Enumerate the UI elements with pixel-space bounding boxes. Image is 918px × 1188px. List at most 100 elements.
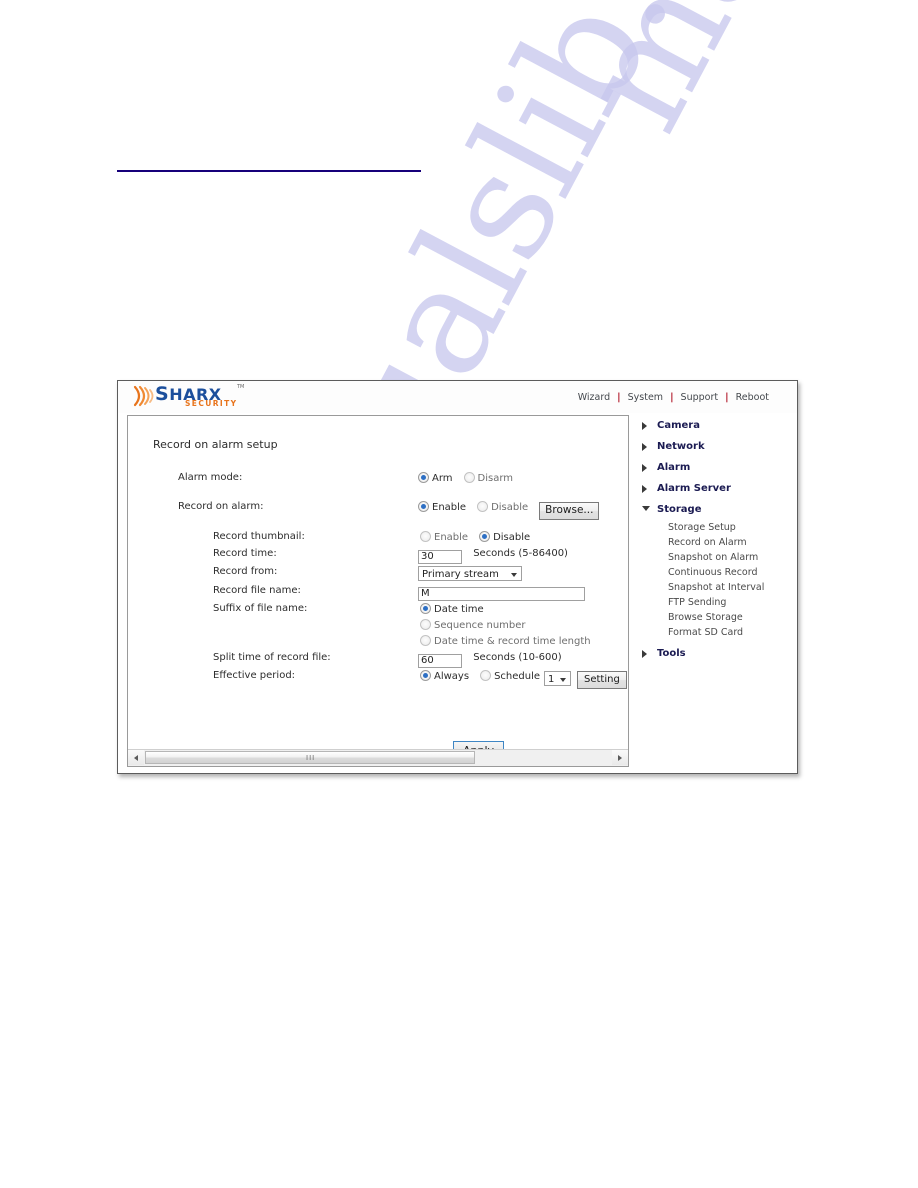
sidebar-item-format-sd-card[interactable]: Format SD Card <box>630 625 796 640</box>
radio-suffix-sequence-number[interactable] <box>420 619 431 630</box>
sidebar-group-alarm-server[interactable]: Alarm Server <box>630 478 796 499</box>
sidebar-group-camera-label: Camera <box>657 420 700 431</box>
alarm-mode-label: Alarm mode: <box>178 472 243 483</box>
window-header: SHARX TM SECURITY Wizard | System | Support |… <box>118 381 797 413</box>
record-from-value: Primary stream <box>422 569 499 580</box>
suffix-option-sequence: Sequence number <box>420 619 537 631</box>
radio-suffix-date-time-length-label: Date time & record time length <box>434 636 591 647</box>
nav-system[interactable]: System <box>622 392 669 403</box>
chevron-right-icon <box>642 422 647 430</box>
record-thumbnail-label: Record thumbnail: <box>213 531 305 542</box>
split-time-controls: Seconds (10-600) <box>418 652 562 668</box>
nav-separator: | <box>617 392 621 403</box>
record-on-alarm-controls: Enable Disable Browse... <box>418 501 600 520</box>
radio-thumbnail-disable[interactable] <box>479 531 491 542</box>
chevron-down-icon <box>511 573 517 577</box>
row-record-on-alarm: Record on alarm: Enable Disable Browse... <box>128 501 628 520</box>
sidebar-group-alarm-label: Alarm <box>657 462 691 473</box>
scroll-right-arrow[interactable] <box>612 750 628 765</box>
radio-arm-label: Arm <box>432 473 453 484</box>
sidebar-group-camera[interactable]: Camera <box>630 415 796 436</box>
split-time-label: Split time of record file: <box>213 652 331 663</box>
window-body: Record on alarm setup Alarm mode: Arm Dis… <box>118 413 797 773</box>
logo-subtitle: SECURITY <box>185 399 238 408</box>
effective-period-label: Effective period: <box>213 670 296 681</box>
split-time-input[interactable] <box>418 654 462 668</box>
radio-suffix-sequence-number-label: Sequence number <box>434 620 526 631</box>
radio-always[interactable] <box>420 670 431 681</box>
radio-record-enable[interactable] <box>418 501 429 512</box>
row-suffix-date-length: Date time & record time length <box>128 635 628 653</box>
nav-reboot[interactable]: Reboot <box>730 392 775 403</box>
alarm-mode-controls: Arm Disarm <box>418 472 524 484</box>
record-file-name-label: Record file name: <box>213 585 301 596</box>
setting-button[interactable]: Setting <box>577 671 627 689</box>
split-time-units: Seconds (10-600) <box>473 652 562 663</box>
scroll-left-arrow[interactable] <box>128 750 144 765</box>
browse-button[interactable]: Browse... <box>539 502 600 520</box>
chevron-right-icon <box>642 443 647 451</box>
row-record-thumbnail: Record thumbnail: Enable Disable <box>128 531 628 549</box>
nav-wizard[interactable]: Wizard <box>572 392 616 403</box>
record-thumbnail-controls: Enable Disable <box>420 531 541 543</box>
scrollbar-thumb[interactable]: III <box>145 751 475 764</box>
page-title: Record on alarm setup <box>153 438 278 451</box>
sidebar-item-storage-setup[interactable]: Storage Setup <box>630 520 796 535</box>
radio-disarm[interactable] <box>463 472 475 483</box>
suffix-label: Suffix of file name: <box>213 603 308 614</box>
page-divider-rule <box>117 170 421 172</box>
nav-support[interactable]: Support <box>675 392 725 403</box>
radio-always-label: Always <box>434 671 470 682</box>
radio-schedule-label: Schedule <box>494 671 541 682</box>
sidebar-group-tools[interactable]: Tools <box>630 643 796 664</box>
radio-record-disable-label: Disable <box>491 502 529 513</box>
scrollbar-grip: III <box>306 754 316 762</box>
suffix-option-date-time: Date time <box>420 603 495 615</box>
sidebar-group-alarm[interactable]: Alarm <box>630 457 796 478</box>
sidebar-item-snapshot-on-alarm[interactable]: Snapshot on Alarm <box>630 550 796 565</box>
row-split-time: Split time of record file: Seconds (10-6… <box>128 652 628 670</box>
radio-suffix-date-time-label: Date time <box>434 604 484 615</box>
record-time-input[interactable] <box>418 550 462 564</box>
sidebar-group-storage[interactable]: Storage <box>630 499 796 520</box>
nav-separator: | <box>670 392 674 403</box>
radio-arm[interactable] <box>418 472 429 483</box>
apply-button[interactable]: Apply <box>453 741 505 749</box>
schedule-number-value: 1 <box>548 674 555 685</box>
record-on-alarm-label: Record on alarm: <box>178 501 264 512</box>
record-file-name-input[interactable] <box>418 587 585 601</box>
schedule-number-select[interactable]: 1 <box>544 671 572 686</box>
sidebar-group-storage-label: Storage <box>657 504 702 515</box>
sidebar-item-browse-storage[interactable]: Browse Storage <box>630 610 796 625</box>
radio-record-enable-label: Enable <box>432 502 467 513</box>
chevron-left-icon <box>134 755 138 761</box>
effective-period-controls: Always Schedule 1 Setting <box>420 670 627 689</box>
record-file-name-controls <box>418 585 585 601</box>
radio-suffix-date-time[interactable] <box>420 603 431 614</box>
record-from-select[interactable]: Primary stream <box>418 566 522 581</box>
sidebar-item-snapshot-at-interval[interactable]: Snapshot at Interval <box>630 580 796 595</box>
radio-suffix-date-time-length[interactable] <box>420 635 431 646</box>
nav-separator: | <box>725 392 729 403</box>
row-record-file-name: Record file name: <box>128 585 628 603</box>
horizontal-scrollbar[interactable]: III <box>128 749 628 766</box>
chevron-right-icon <box>642 650 647 658</box>
sidebar-group-alarm-server-label: Alarm Server <box>657 483 731 494</box>
radio-thumbnail-enable-label: Enable <box>434 532 469 543</box>
sidebar-menu: Camera Network Alarm Alarm Server Storag… <box>630 415 796 767</box>
record-time-label: Record time: <box>213 548 277 559</box>
browser-window: SHARX TM SECURITY Wizard | System | Support |… <box>117 380 798 774</box>
settings-content-inner: Record on alarm setup Alarm mode: Arm Dis… <box>128 416 628 749</box>
suffix-option-date-length: Date time & record time length <box>420 635 602 647</box>
sidebar-group-tools-label: Tools <box>657 648 686 659</box>
radio-thumbnail-enable[interactable] <box>420 531 431 542</box>
radio-record-disable[interactable] <box>477 501 489 512</box>
sidebar-item-ftp-sending[interactable]: FTP Sending <box>630 595 796 610</box>
settings-content-panel: Record on alarm setup Alarm mode: Arm Dis… <box>127 415 629 767</box>
sidebar-item-continuous-record[interactable]: Continuous Record <box>630 565 796 580</box>
record-time-units: Seconds (5-86400) <box>473 548 568 559</box>
sidebar-group-network[interactable]: Network <box>630 436 796 457</box>
chevron-right-icon <box>642 485 647 493</box>
sidebar-item-record-on-alarm[interactable]: Record on Alarm <box>630 535 796 550</box>
radio-schedule[interactable] <box>480 670 492 681</box>
